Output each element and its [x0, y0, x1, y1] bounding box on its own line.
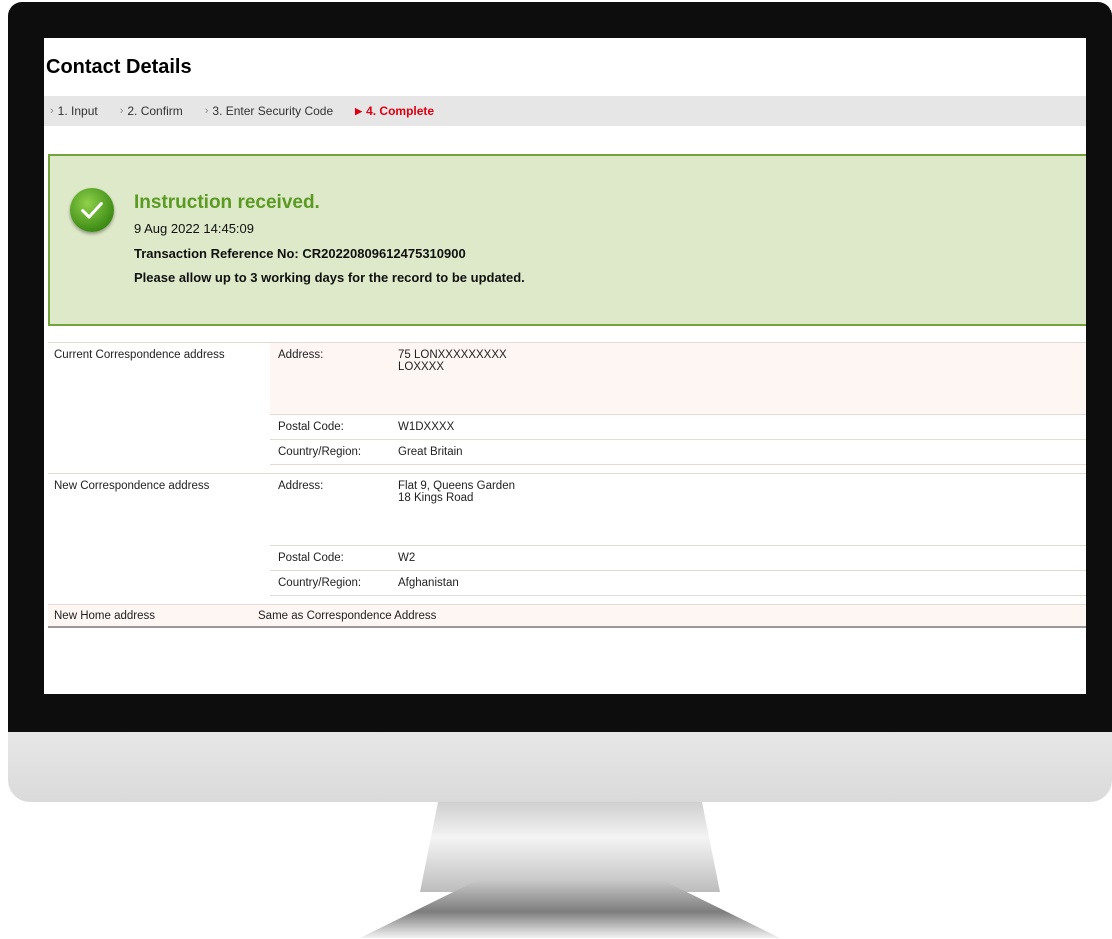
- field-label: Postal Code:: [278, 421, 344, 433]
- chevron-right-icon: ›: [50, 105, 54, 117]
- step-label: 4. Complete: [366, 104, 435, 118]
- confirmation-panel: Instruction received. 9 Aug 2022 14:45:0…: [48, 154, 1086, 326]
- step-complete: ▶ 4. Complete: [355, 104, 434, 118]
- section-label: Current Correspondence address: [54, 349, 225, 361]
- monitor-stand-neck: [420, 802, 720, 892]
- field-label: Country/Region:: [278, 446, 362, 458]
- field-value: Same as Correspondence Address: [258, 609, 437, 622]
- field-value: Afghanistan: [398, 577, 459, 589]
- triangle-right-icon: ▶: [355, 105, 363, 116]
- confirmation-title: Instruction received.: [134, 192, 320, 213]
- monitor-screen: Contact Details › 1. Input › 2. Confirm …: [44, 38, 1086, 694]
- home-address-row: New Home address Same as Correspondence …: [48, 604, 1086, 628]
- field-label: Address:: [278, 349, 324, 361]
- field-label: Address:: [278, 480, 324, 492]
- table-row: Address: 75 LONXXXXXXXXX LOXXXX: [270, 343, 1086, 415]
- confirmation-note: Please allow up to 3 working days for th…: [134, 270, 525, 285]
- table-row: Postal Code: W1DXXXX: [270, 415, 1086, 440]
- step-confirm: › 2. Confirm: [120, 104, 183, 118]
- field-value: Great Britain: [398, 446, 463, 458]
- progress-steps: › 1. Input › 2. Confirm › 3. Enter Secur…: [44, 96, 1086, 126]
- monitor-chin: [8, 732, 1112, 802]
- confirmation-timestamp: 9 Aug 2022 14:45:09: [134, 221, 255, 236]
- step-label: 2. Confirm: [127, 104, 183, 118]
- step-security-code: › 3. Enter Security Code: [205, 104, 333, 118]
- table-row: Address: Flat 9, Queens Garden 18 Kings …: [270, 474, 1086, 546]
- address-details-table: Current Correspondence address Address: …: [48, 342, 1086, 628]
- field-value: 75 LONXXXXXXXXX LOXXXX: [398, 349, 507, 373]
- field-label: Postal Code:: [278, 552, 344, 564]
- table-row: Country/Region: Afghanistan: [270, 571, 1086, 596]
- step-label: 3. Enter Security Code: [212, 104, 334, 118]
- table-row: Postal Code: W2: [270, 546, 1086, 571]
- check-circle-icon: [70, 188, 114, 232]
- transaction-reference: Transaction Reference No: CR202208096124…: [134, 246, 466, 261]
- current-address-section: Current Correspondence address Address: …: [48, 342, 1086, 465]
- field-label: Country/Region:: [278, 577, 362, 589]
- field-value: W2: [398, 552, 416, 564]
- section-label: New Correspondence address: [54, 480, 210, 492]
- field-value: Flat 9, Queens Garden 18 Kings Road: [398, 480, 515, 504]
- step-label: 1. Input: [57, 104, 98, 118]
- section-label: New Home address: [54, 609, 155, 622]
- chevron-right-icon: ›: [204, 105, 209, 117]
- page-title: Contact Details: [46, 56, 192, 78]
- table-row: Country/Region: Great Britain: [270, 440, 1086, 465]
- new-address-section: New Correspondence address Address: Flat…: [48, 473, 1086, 596]
- chevron-right-icon: ›: [119, 105, 124, 117]
- step-input: › 1. Input: [50, 104, 98, 118]
- field-value: W1DXXXX: [398, 421, 455, 433]
